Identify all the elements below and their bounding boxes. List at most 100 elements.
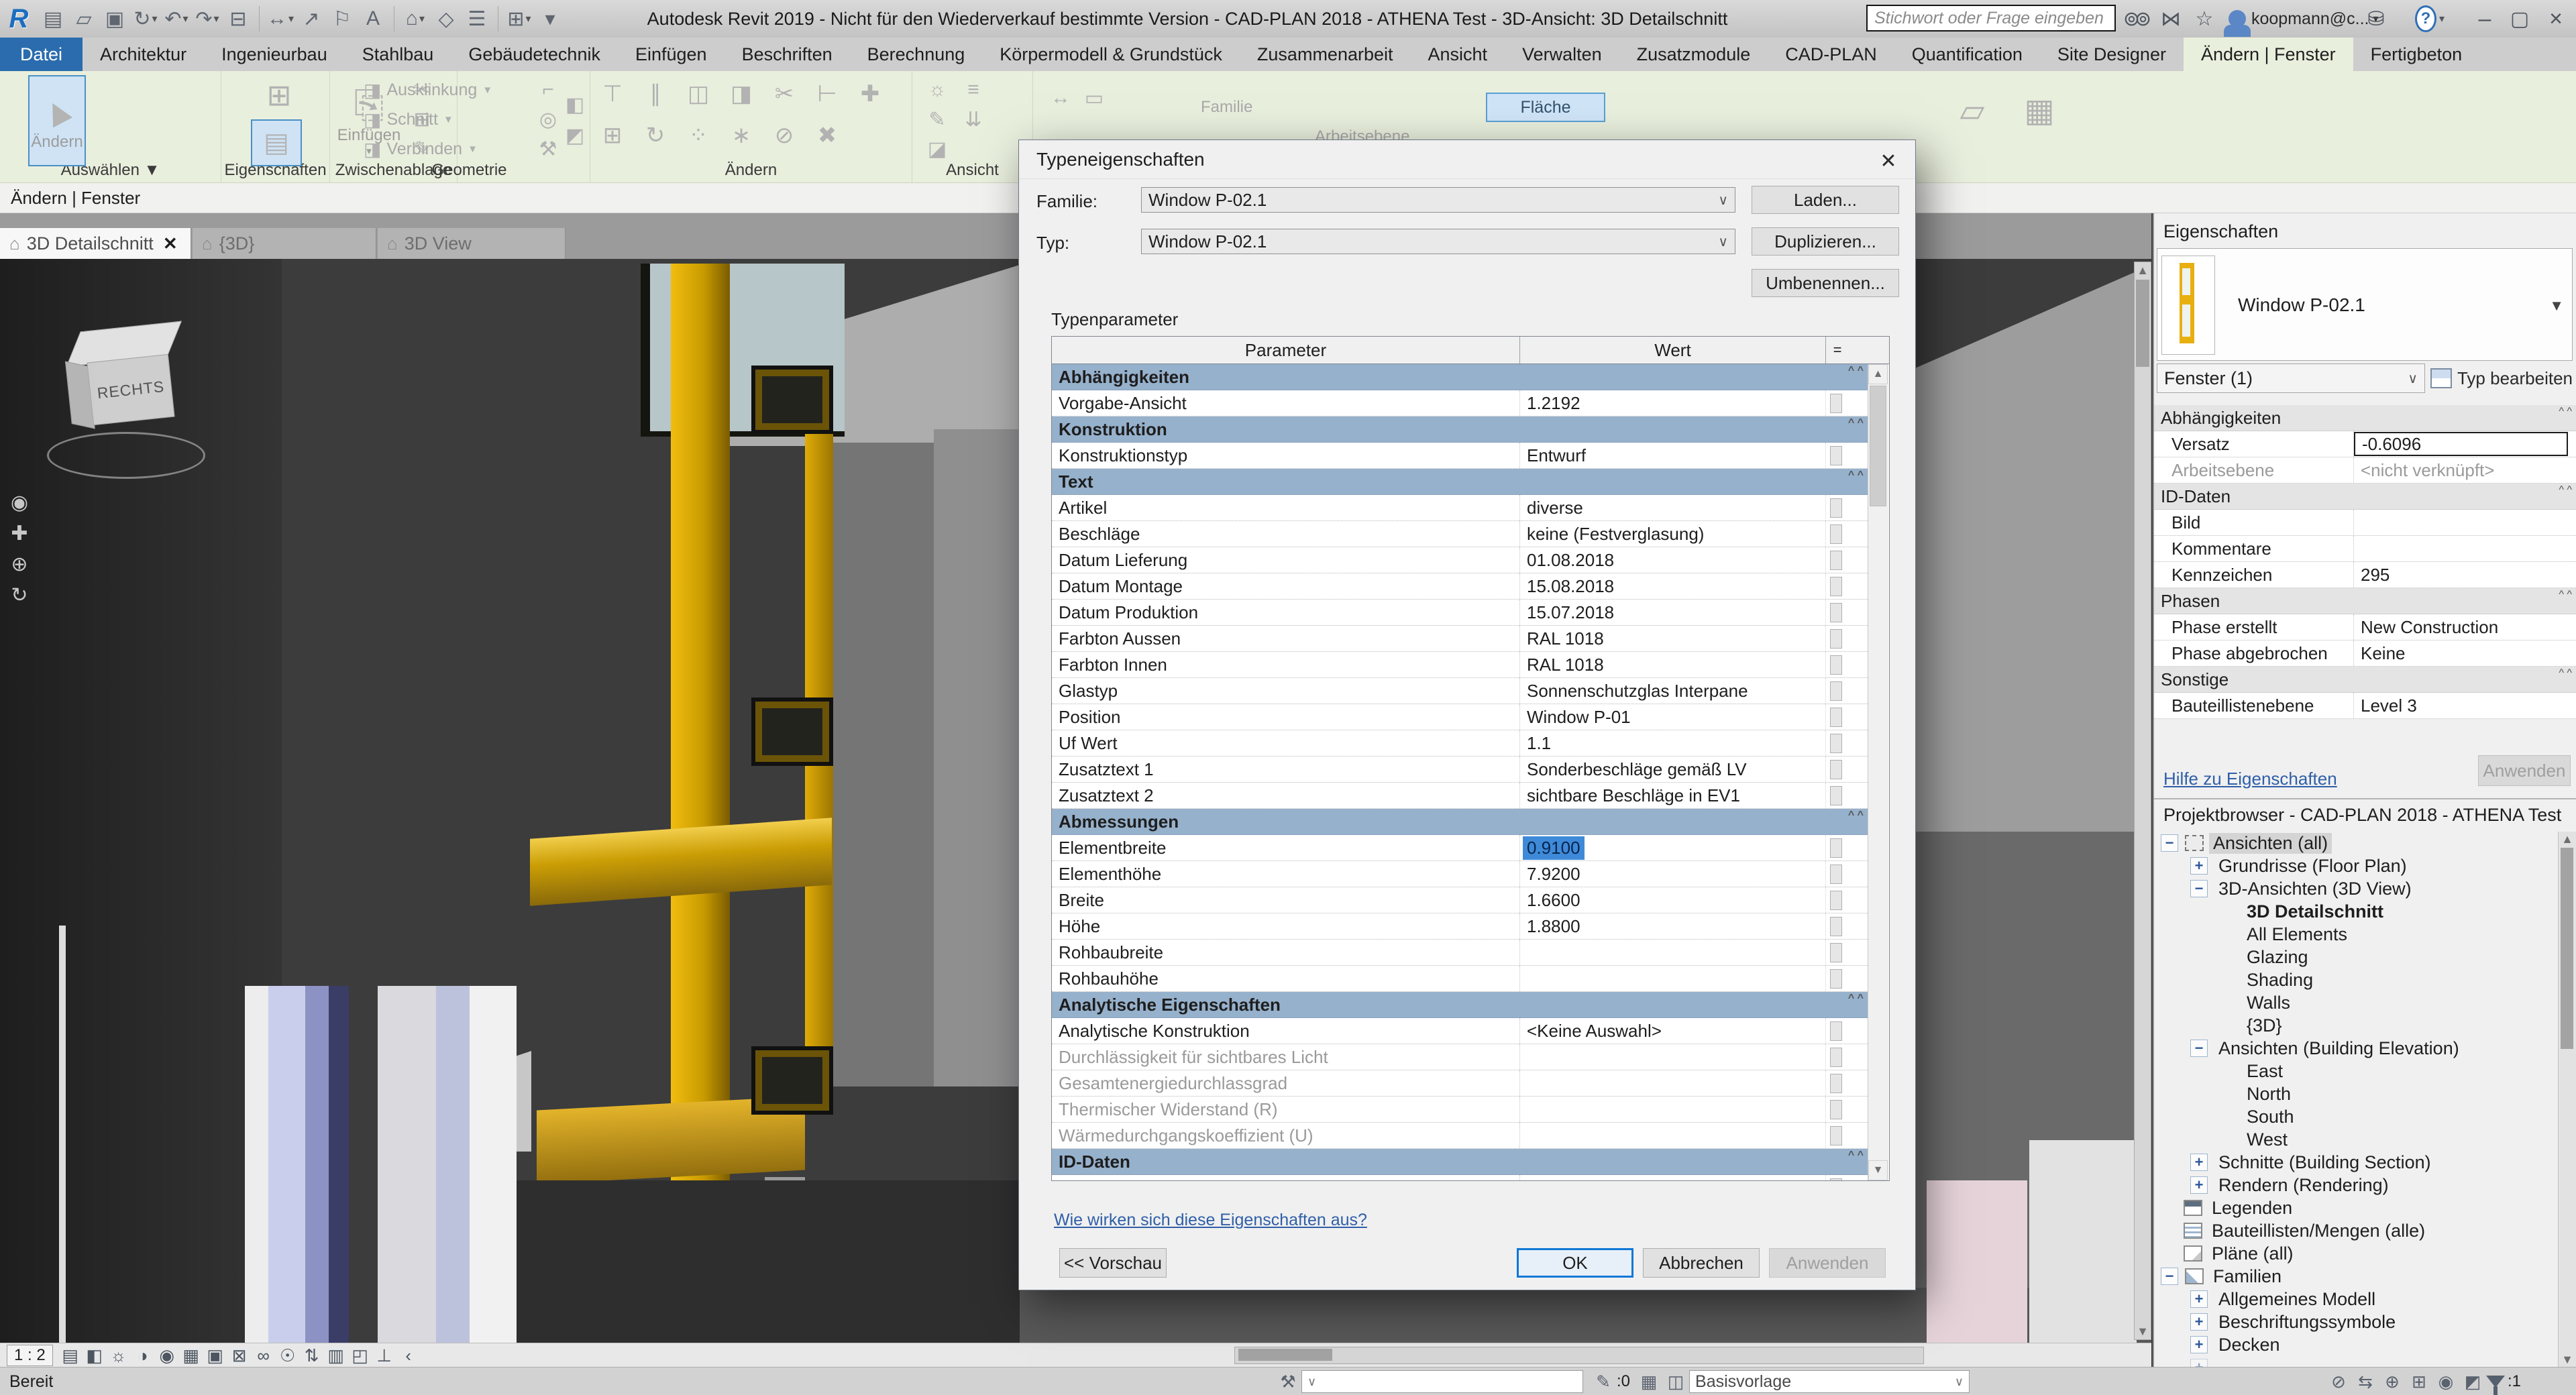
dialog-close-button[interactable]: ✕ — [1874, 148, 1903, 174]
worksharing-display-icon[interactable]: ⇅ — [300, 1345, 324, 1366]
associate-parameter-button[interactable] — [1830, 446, 1842, 465]
associate-parameter-button[interactable] — [1830, 708, 1842, 727]
wall-joins-icon[interactable]: ◎ — [534, 106, 562, 133]
property-group-header[interactable]: Phasen^ ^ — [2154, 588, 2576, 614]
ruler-icon[interactable]: ▭ — [1080, 85, 1108, 111]
parameter-value-cell[interactable]: Entwurf — [1520, 443, 1826, 468]
collapse-group-icon[interactable]: ^ ^ — [2559, 591, 2572, 599]
collapse-section-icon[interactable]: ^ ^ — [1848, 367, 1864, 375]
ribbon-tab-quantification[interactable]: Quantification — [1894, 38, 2040, 71]
cancel-button[interactable]: Abbrechen — [1643, 1248, 1760, 1278]
parameter-value-cell[interactable] — [1520, 940, 1826, 965]
exclude-options-icon[interactable]: ⊘ — [2325, 1370, 2352, 1394]
parameter-value-cell[interactable]: <Keine Auswahl> — [1520, 1018, 1826, 1044]
thin-lines-icon[interactable]: ☰ — [462, 3, 492, 34]
join-geometry-button[interactable]: ◨Verbinden▼ — [364, 135, 478, 162]
collapse-icon[interactable]: − — [2161, 1268, 2178, 1285]
display-list-icon[interactable]: ≡ — [959, 76, 987, 103]
scrollbar-thumb[interactable] — [1238, 1349, 1332, 1361]
dialog-help-link[interactable]: Wie wirken sich diese Eigenschaften aus? — [1054, 1211, 1367, 1230]
property-group-header[interactable]: Abhängigkeiten^ ^ — [2154, 405, 2576, 431]
mirror-axis-icon[interactable]: ◨ — [727, 80, 755, 107]
lock-3d-view-icon[interactable]: ⊠ — [227, 1345, 252, 1366]
family-types-icon[interactable]: ⊞ — [260, 75, 298, 115]
value-column-header[interactable]: Wert — [1520, 337, 1826, 364]
associate-parameter-button[interactable] — [1830, 655, 1842, 675]
parameter-value-cell[interactable]: Window P-01 — [1520, 704, 1826, 730]
tree-item[interactable]: −Familien — [2154, 1265, 2560, 1288]
measure-tool-icon[interactable]: ↔ — [1046, 85, 1075, 111]
pan-icon[interactable]: ✚ — [4, 518, 35, 549]
minimize-button[interactable]: – — [2470, 4, 2500, 34]
parameter-value-cell[interactable] — [1520, 1044, 1826, 1070]
family-dropdown[interactable]: Window P-02.1∨ — [1141, 187, 1735, 213]
section-icon[interactable]: ◇ — [431, 3, 462, 34]
copy-element-icon[interactable]: ⊞ — [598, 122, 627, 149]
revit-logo-icon[interactable]: R — [0, 3, 38, 34]
view-scale-button[interactable]: 1 : 2 — [7, 1345, 53, 1366]
tree-item[interactable]: 3D Detailschnitt — [2154, 900, 2560, 923]
viewcube-front-face[interactable]: RECHTS — [87, 354, 174, 425]
scroll-up-icon[interactable]: ▲ — [1868, 364, 1888, 384]
demolish-icon[interactable]: ⚒ — [534, 135, 562, 162]
expand-icon[interactable]: + — [2190, 1154, 2208, 1171]
property-value-cell[interactable]: Level 3 — [2354, 693, 2576, 718]
editing-requests-icon[interactable]: ✎ — [1590, 1370, 1617, 1394]
parameter-value-cell[interactable]: RAL 1018 — [1520, 652, 1826, 677]
tree-item[interactable]: +Grundrisse (Floor Plan) — [2154, 854, 2560, 877]
collapse-ribbon-icon[interactable]: ▾ — [535, 3, 566, 34]
associate-parameter-button[interactable] — [1830, 864, 1842, 884]
tree-item[interactable]: +Decken — [2154, 1333, 2560, 1356]
ok-button[interactable]: OK — [1517, 1248, 1633, 1278]
zoom-icon[interactable]: ⊕ — [4, 549, 35, 579]
delete-icon[interactable]: ✖ — [813, 122, 841, 149]
associate-parameter-button[interactable] — [1830, 891, 1842, 910]
restore-button[interactable]: ▢ — [2505, 4, 2534, 34]
collapse-icon[interactable]: − — [2161, 834, 2178, 852]
view-tab-3d-view[interactable]: ⌂3D View — [378, 228, 566, 259]
table-scrollbar[interactable]: ▲ ▼ — [1868, 364, 1888, 1180]
filter-icon[interactable] — [2486, 1376, 2505, 1388]
expand-icon[interactable]: + — [2190, 1313, 2208, 1331]
tree-item[interactable]: West — [2154, 1128, 2560, 1151]
ribbon-tab-k-rpermodell-grundst-ck[interactable]: Körpermodell & Grundstück — [982, 38, 1240, 71]
close-view-icon[interactable]: ✕ — [163, 233, 178, 254]
ribbon-tab-zusatzmodule[interactable]: Zusatzmodule — [1619, 38, 1768, 71]
property-value-cell[interactable]: New Construction — [2354, 614, 2576, 640]
tree-item[interactable]: +Beschriftungssymbole — [2154, 1310, 2560, 1333]
associate-parameter-button[interactable] — [1830, 760, 1842, 779]
parameter-value-cell[interactable]: RAL 1018 — [1520, 626, 1826, 651]
associate-parameter-button[interactable] — [1830, 498, 1842, 518]
tree-item[interactable]: Walls — [2154, 991, 2560, 1014]
ribbon-tab-datei[interactable]: Datei — [0, 38, 83, 71]
associate-parameter-button[interactable] — [1830, 524, 1842, 544]
ribbon-tab-cad-plan[interactable]: CAD-PLAN — [1768, 38, 1894, 71]
section-header-row[interactable]: Abhängigkeiten^ ^ — [1052, 364, 1869, 390]
ribbon-tab-verwalten[interactable]: Verwalten — [1505, 38, 1619, 71]
associate-parameter-button[interactable] — [1830, 943, 1842, 962]
tree-item[interactable]: East — [2154, 1060, 2560, 1082]
type-dropdown[interactable]: Window P-02.1∨ — [1141, 229, 1735, 254]
favorites-star-icon[interactable]: ☆ — [2190, 4, 2219, 34]
active-workset-icon[interactable]: ▦ — [1635, 1370, 1662, 1394]
temporary-view-properties-icon[interactable]: ▥ — [324, 1345, 348, 1366]
associate-parameter-button[interactable] — [1830, 603, 1842, 622]
tree-item[interactable]: +Schnitte (Building Section) — [2154, 1151, 2560, 1174]
show-workplane-icon[interactable]: ▦ — [2012, 80, 2066, 141]
split-icon[interactable]: ✂ — [770, 80, 798, 107]
displaced-elements-icon[interactable]: ◰ — [348, 1345, 372, 1366]
collapse-section-icon[interactable]: ^ ^ — [1848, 419, 1864, 427]
app-menu-icon[interactable]: ▤ — [38, 3, 68, 34]
area-button[interactable]: Fläche — [1486, 93, 1605, 122]
parameter-column-header[interactable]: Parameter — [1052, 337, 1520, 364]
rendering-dialog-icon[interactable]: ◉ — [155, 1345, 179, 1366]
expand-view-bar-icon[interactable]: ‹ — [396, 1345, 421, 1366]
account-menu[interactable]: koopmann@c... ▾ — [2229, 0, 2379, 38]
trim-icon[interactable]: ⊢ — [813, 80, 841, 107]
project-browser-scrollbar[interactable]: ▲ ▼ — [2558, 832, 2576, 1367]
selection-filter-dropdown[interactable]: Fenster (1) ∨ — [2157, 364, 2425, 393]
parameter-value-cell[interactable]: keine (Festverglasung) — [1520, 521, 1826, 547]
parameter-value-cell[interactable] — [1520, 1123, 1826, 1148]
align-icon[interactable]: ⊤ — [598, 80, 627, 107]
tree-item[interactable]: Legenden — [2154, 1196, 2560, 1219]
